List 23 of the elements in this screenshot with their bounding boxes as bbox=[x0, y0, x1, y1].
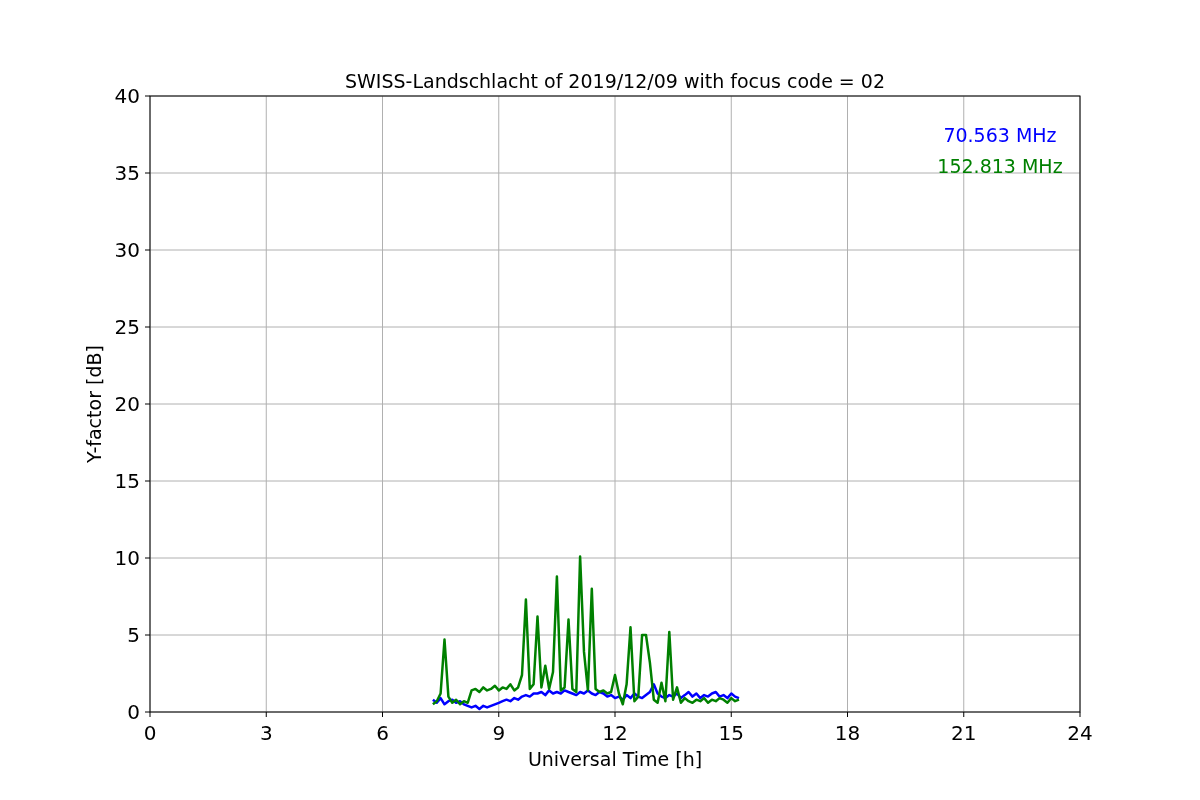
x-axis-label: Universal Time [h] bbox=[527, 748, 703, 770]
y-tick-label: 30 bbox=[114, 238, 140, 262]
y-axis-label: Y-factor [dB] bbox=[83, 345, 105, 463]
y-tick-label: 15 bbox=[114, 469, 140, 493]
legend-label: 152.813 MHz bbox=[937, 155, 1063, 177]
x-tick-label: 0 bbox=[143, 721, 157, 745]
y-tick-label: 5 bbox=[127, 623, 140, 647]
x-tick-label: 6 bbox=[376, 721, 389, 745]
y-tick-label: 25 bbox=[114, 315, 140, 339]
x-tick-label: 9 bbox=[492, 721, 506, 745]
y-tick-label: 0 bbox=[127, 700, 140, 724]
chart-title: SWISS-Landschlacht of 2019/12/09 with focus code = 02 bbox=[345, 70, 885, 92]
legend-label: 70.563 MHz bbox=[943, 124, 1057, 146]
y-tick-label: 40 bbox=[114, 84, 140, 108]
x-tick-label: 12 bbox=[602, 721, 628, 745]
y-tick-label: 20 bbox=[114, 392, 140, 416]
y-tick-label: 10 bbox=[114, 546, 140, 570]
x-tick-label: 24 bbox=[1067, 721, 1093, 745]
y-tick-label: 35 bbox=[114, 161, 140, 185]
x-tick-label: 21 bbox=[951, 721, 977, 745]
x-tick-label: 15 bbox=[718, 721, 744, 745]
x-tick-label: 18 bbox=[834, 721, 861, 745]
x-tick-label: 3 bbox=[259, 721, 273, 745]
